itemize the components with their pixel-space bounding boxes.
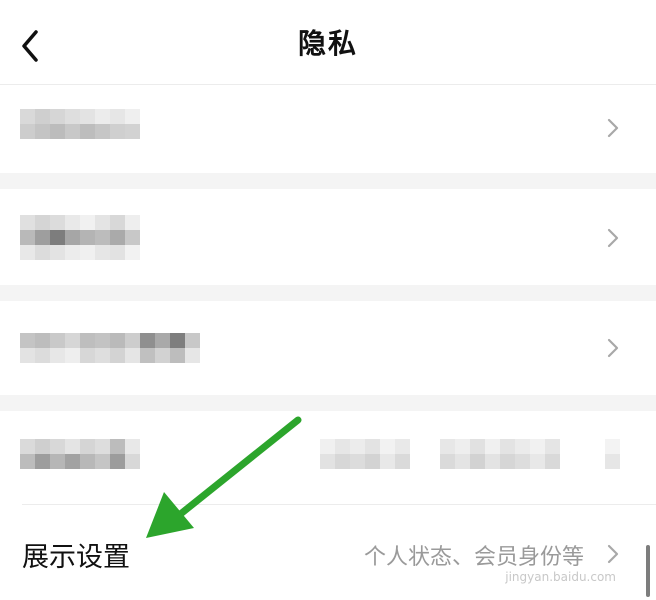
chevron-right-icon [607, 228, 619, 248]
page-title: 隐私 [297, 27, 358, 60]
blurred-label [20, 439, 140, 469]
settings-row-4[interactable] [0, 411, 656, 505]
scrollbar[interactable] [646, 545, 650, 597]
chevron-right-icon [607, 338, 619, 358]
watermark: jingyan.baidu.com [505, 570, 616, 584]
display-settings-value: 个人状态、会员身份等 [363, 545, 584, 570]
blurred-label [20, 215, 140, 260]
section-gap [0, 173, 656, 189]
section-gap [0, 395, 656, 411]
section-gap [0, 285, 656, 301]
chevron-right-icon [607, 118, 619, 138]
settings-row-1[interactable] [0, 85, 656, 173]
settings-row-2[interactable] [0, 189, 656, 285]
navigation-bar: 隐私 [0, 0, 656, 85]
blurred-label [20, 333, 200, 363]
display-settings-row[interactable]: 展示设置 个人状态、会员身份等 [0, 505, 656, 600]
blurred-label [20, 109, 140, 139]
green-arrow-icon [146, 416, 302, 538]
display-settings-label: 展示设置 [22, 542, 130, 573]
settings-row-3[interactable] [0, 301, 656, 395]
blurred-value [320, 439, 620, 469]
chevron-right-icon [607, 544, 619, 564]
